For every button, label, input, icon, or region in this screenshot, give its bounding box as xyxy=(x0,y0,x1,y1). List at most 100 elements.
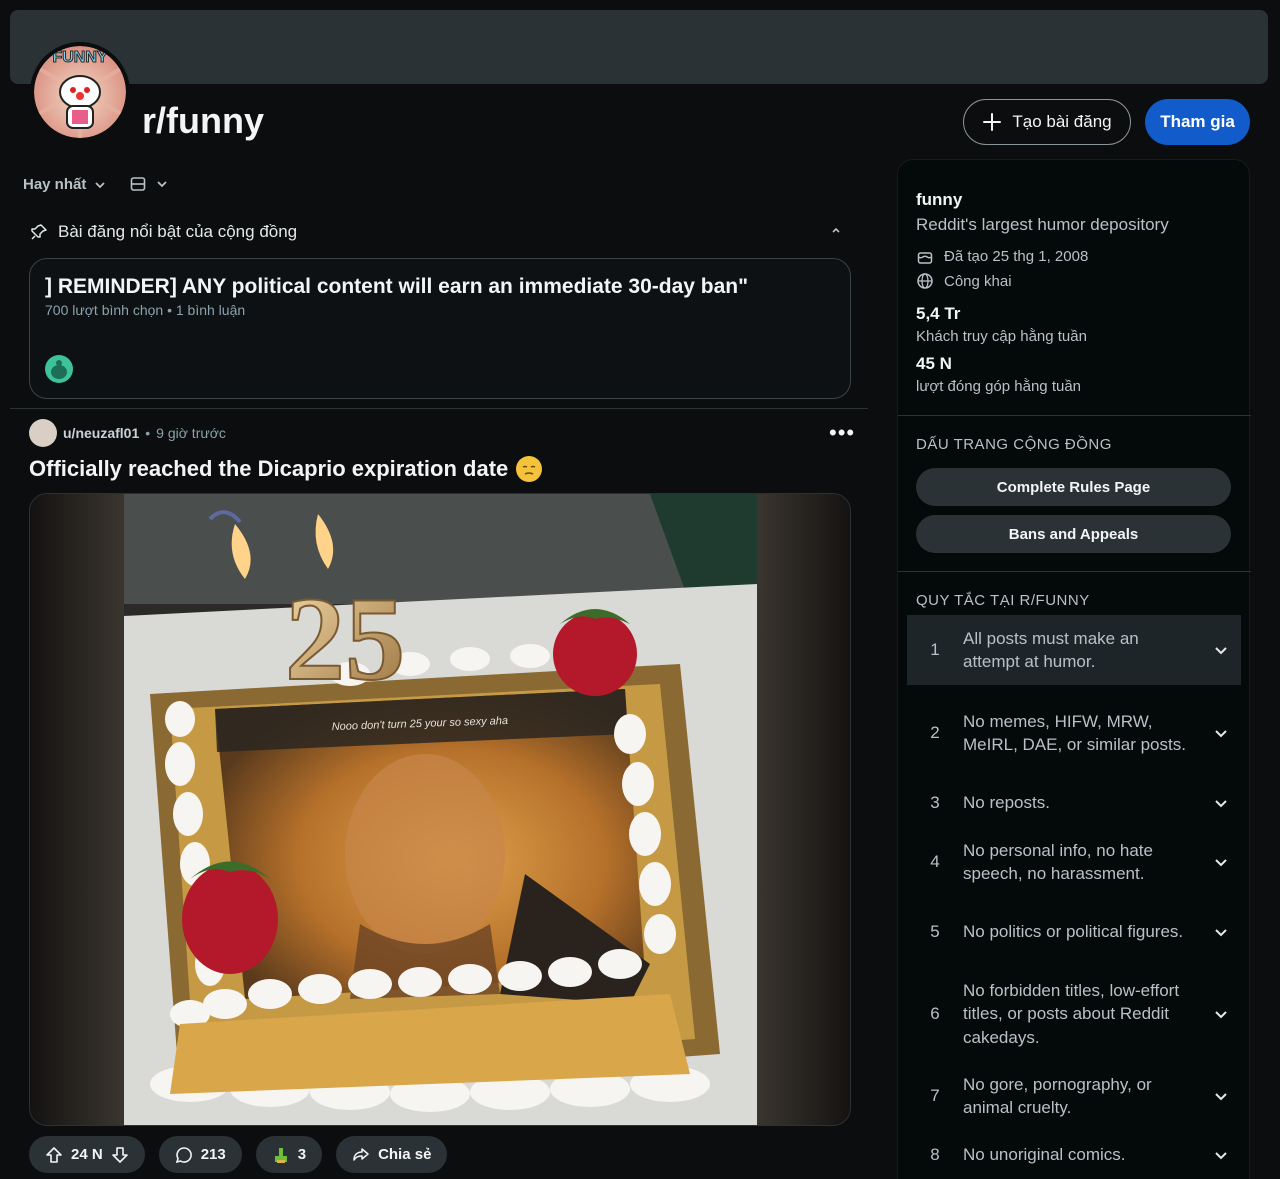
vote-pill: 24 N xyxy=(29,1136,145,1173)
pinned-author-avatar xyxy=(45,355,73,383)
rule-text: No personal info, no hate speech, no har… xyxy=(963,840,1153,884)
svg-text:FUNNY: FUNNY xyxy=(52,49,107,66)
share-button[interactable]: Chia sẻ xyxy=(336,1136,448,1173)
chevron-down-icon[interactable] xyxy=(1214,925,1228,939)
community-name: funny xyxy=(916,190,963,209)
cake-icon xyxy=(917,252,933,264)
chevron-down-icon[interactable] xyxy=(1214,643,1228,657)
cake-number-candle: 25 xyxy=(285,572,405,705)
rule-item[interactable]: 2 No memes, HIFW, MRW, MeIRL, DAE, or si… xyxy=(907,696,1241,770)
pinned-post-title[interactable]: ] REMINDER] ANY political content will e… xyxy=(45,275,748,299)
share-label: Chia sẻ xyxy=(378,1146,432,1163)
comment-icon xyxy=(175,1146,192,1163)
rule-item[interactable]: 1 All posts must make an attempt at humo… xyxy=(907,615,1241,685)
rule-text: No politics or political figures. xyxy=(963,922,1184,942)
weekly-contributions-label: lượt đóng góp hằng tuần xyxy=(916,378,1082,395)
cake-photo: Nooo don't turn 25 your so sexy aha 25 xyxy=(30,494,850,1125)
pin-icon xyxy=(31,224,47,240)
subreddit-avatar[interactable]: FUNNY xyxy=(30,42,130,142)
rule-text: No forbidden titles, low-effort titles, … xyxy=(963,980,1180,1047)
rule-text: No unoriginal comics. xyxy=(963,1145,1126,1165)
weekly-visitors-value: 5,4 Tr xyxy=(916,304,961,323)
bookmarks-heading: DẤU TRANG CỘNG ĐỒNG xyxy=(916,436,1112,453)
more-options-icon[interactable]: ••• xyxy=(829,420,855,446)
rule-item[interactable]: 5 No politics or political figures. xyxy=(907,908,1241,956)
chevron-down-icon[interactable] xyxy=(1214,796,1228,810)
pinned-post-meta: 700 lượt bình chọn • 1 bình luận xyxy=(45,302,246,318)
pinned-post-card[interactable]: ] REMINDER] ANY political content will e… xyxy=(29,258,851,399)
rule-number: 7 xyxy=(930,1086,940,1105)
create-post-label: Tạo bài đăng xyxy=(1012,112,1112,131)
rule-text: No memes, HIFW, MRW, MeIRL, DAE, or simi… xyxy=(963,711,1186,755)
rule-number: 5 xyxy=(930,922,940,941)
post-title[interactable]: Officially reached the Dicaprio expirati… xyxy=(29,456,508,482)
comment-count: 213 xyxy=(200,1146,226,1163)
community-highlights-header[interactable]: Bài đăng nổi bật của cộng đồng xyxy=(30,222,850,242)
subreddit-avatar-image: FUNNY xyxy=(34,46,126,138)
rules-heading: QUY TẮC TẠI R/FUNNY xyxy=(916,592,1090,609)
post-meta: u/neuzafl01 • 9 giờ trước xyxy=(29,419,226,447)
snoo-icon xyxy=(51,360,67,379)
rule-number: 1 xyxy=(930,640,940,659)
rule-item[interactable]: 3 No reposts. xyxy=(907,791,1241,815)
award-count: 3 xyxy=(297,1146,307,1163)
globe-icon xyxy=(917,273,933,289)
rule-number: 8 xyxy=(930,1145,940,1164)
chevron-down-icon[interactable] xyxy=(1214,1007,1228,1021)
community-sidebar: funny Reddit's largest humor depository … xyxy=(897,159,1251,1179)
rule-number: 4 xyxy=(930,852,940,871)
meta-dot: • xyxy=(145,425,151,441)
layout-icon xyxy=(130,177,146,191)
post-username[interactable]: u/neuzafl01 xyxy=(63,425,139,441)
created-date: Đã tạo 25 thg 1, 2008 xyxy=(944,247,1089,265)
post-title-row[interactable]: Officially reached the Dicaprio expirati… xyxy=(29,456,543,482)
created-date-row: Đã tạo 25 thg 1, 2008 xyxy=(916,247,1088,265)
visibility-label: Công khai xyxy=(944,272,1012,290)
join-button[interactable]: Tham gia xyxy=(1145,99,1250,145)
awards-button[interactable]: 3 xyxy=(255,1136,323,1173)
highlights-label: Bài đăng nổi bật của cộng đồng xyxy=(58,222,298,241)
chevron-down-icon[interactable] xyxy=(1214,1148,1228,1162)
rule-item[interactable]: 7 No gore, pornography, or animal cruelt… xyxy=(907,1072,1241,1120)
view-dropdown[interactable] xyxy=(130,176,168,192)
post-image[interactable]: Nooo don't turn 25 your so sexy aha 25 xyxy=(29,493,851,1126)
subreddit-title: r/funny xyxy=(142,100,264,141)
chevron-down-icon xyxy=(157,181,167,188)
bookmark-bans-appeals-button[interactable]: Bans and Appeals xyxy=(916,515,1231,553)
post-actions: 24 N 213 3 Chia sẻ xyxy=(29,1136,448,1173)
bookmark-complete-rules-button[interactable]: Complete Rules Page xyxy=(916,468,1231,506)
user-avatar[interactable] xyxy=(29,419,57,447)
upvote-icon[interactable] xyxy=(45,1146,63,1164)
rule-number: 2 xyxy=(930,723,940,742)
rule-item[interactable]: 8 No unoriginal comics. xyxy=(907,1143,1241,1167)
weekly-contributions-value: 45 N xyxy=(916,354,952,373)
comments-button[interactable]: 213 xyxy=(158,1136,242,1173)
weekly-visitors-label: Khách truy cập hằng tuần xyxy=(916,328,1087,345)
post-time: 9 giờ trước xyxy=(156,425,226,441)
chevron-down-icon[interactable] xyxy=(1214,726,1228,740)
chevron-down-icon[interactable] xyxy=(1214,855,1228,869)
rule-item[interactable]: 4 No personal info, no hate speech, no h… xyxy=(907,838,1241,886)
vote-count: 24 N xyxy=(71,1146,103,1163)
rule-text: All posts must make an attempt at humor. xyxy=(963,628,1139,672)
rule-number: 6 xyxy=(930,1004,940,1023)
rule-text: No reposts. xyxy=(963,793,1050,813)
plus-icon xyxy=(983,113,1002,131)
rule-number: 3 xyxy=(930,793,940,812)
downvote-icon[interactable] xyxy=(111,1146,129,1164)
pensive-face-icon xyxy=(516,456,543,482)
sort-dropdown[interactable]: Hay nhất xyxy=(23,176,106,193)
community-description: Reddit's largest humor depository xyxy=(916,215,1169,234)
share-icon xyxy=(353,1147,369,1161)
rule-text: No gore, pornography, or animal cruelty. xyxy=(963,1074,1152,1118)
visibility-row: Công khai xyxy=(916,272,1012,290)
sidebar-divider xyxy=(898,571,1251,572)
chevron-down-icon[interactable] xyxy=(1214,1089,1228,1103)
subreddit-banner xyxy=(10,10,1268,84)
chevron-up-icon[interactable] xyxy=(830,224,842,236)
feed-divider xyxy=(10,408,868,409)
create-post-button[interactable]: Tạo bài đăng xyxy=(963,99,1131,145)
sort-label: Hay nhất xyxy=(23,176,87,193)
rule-item[interactable]: 6 No forbidden titles, low-effort titles… xyxy=(907,978,1241,1050)
award-icon xyxy=(274,1147,287,1163)
